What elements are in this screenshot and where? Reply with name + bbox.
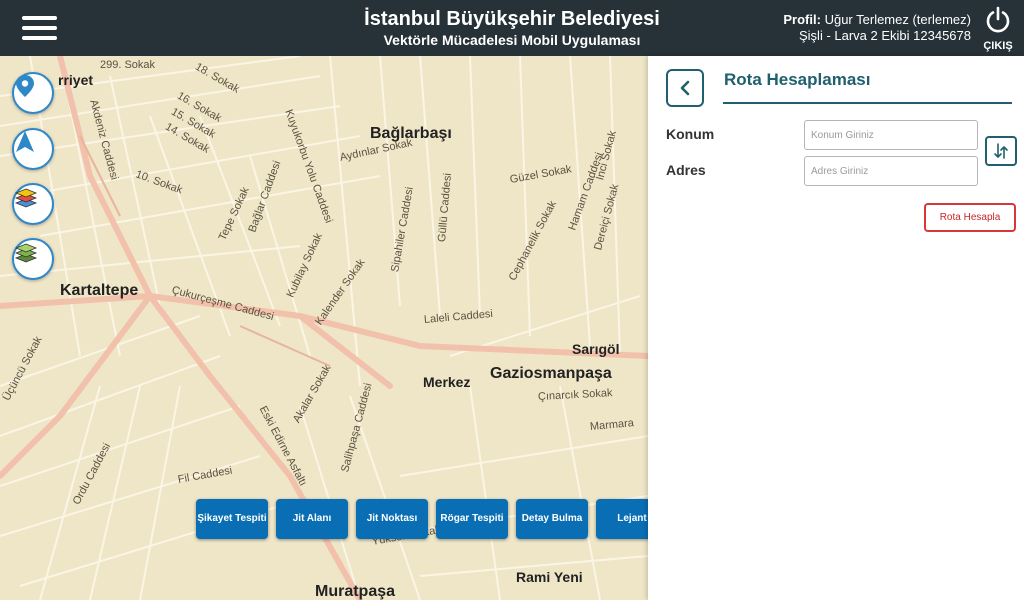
logout-label: ÇIKIŞ bbox=[983, 40, 1013, 52]
street-label: 299. Sokak bbox=[100, 59, 156, 71]
adres-label: Adres bbox=[666, 162, 706, 178]
profile-name: Uğur Terlemez (terlemez) bbox=[824, 12, 971, 27]
location-pin-icon bbox=[16, 75, 34, 97]
top-bar: İstanbul Büyükşehir Belediyesi Vektörle … bbox=[0, 0, 1024, 56]
app-subtitle: Vektörle Mücadelesi Mobil Uygulaması bbox=[383, 32, 641, 48]
title-divider bbox=[723, 102, 1012, 104]
place-label: Kartaltepe bbox=[60, 282, 139, 299]
location-button[interactable] bbox=[12, 72, 54, 114]
konum-input[interactable] bbox=[804, 120, 978, 150]
power-icon bbox=[986, 6, 1010, 33]
konum-label: Konum bbox=[666, 126, 715, 142]
route-panel: Rota Hesaplaması Konum Adres Rota Hesapl… bbox=[648, 56, 1024, 600]
swap-arrows-icon bbox=[994, 143, 1008, 159]
legend-button[interactable]: Lejant bbox=[596, 499, 648, 539]
logout-button[interactable]: ÇIKIŞ bbox=[982, 6, 1014, 52]
jit-point-button[interactable]: Jit Noktası bbox=[356, 499, 428, 539]
complaint-detection-button[interactable]: Şikayet Tespiti bbox=[196, 499, 268, 539]
place-label: rriyet bbox=[58, 72, 94, 88]
team-info: Şişli - Larva 2 Ekibi 12345678 bbox=[799, 28, 971, 43]
jit-area-button[interactable]: Jit Alanı bbox=[276, 499, 348, 539]
layers-button[interactable] bbox=[12, 183, 54, 225]
place-label: Muratpaşa bbox=[315, 583, 396, 600]
chevron-left-icon bbox=[680, 80, 690, 96]
adres-input[interactable] bbox=[804, 156, 978, 186]
manhole-detection-button[interactable]: Rögar Tespiti bbox=[436, 499, 508, 539]
layers-color-icon bbox=[14, 188, 38, 208]
map-view[interactable]: Bağlarbaşı Kartaltepe Merkez Gaziosmanpa… bbox=[0, 56, 648, 600]
hamburger-menu-icon[interactable] bbox=[22, 14, 58, 42]
place-label: Merkez bbox=[423, 374, 471, 390]
navigation-button[interactable] bbox=[12, 128, 54, 170]
place-label: Sarıgöl bbox=[572, 341, 620, 357]
panel-title: Rota Hesaplaması bbox=[724, 70, 871, 89]
navigation-arrow-icon bbox=[16, 131, 34, 152]
place-label: Rami Yeni bbox=[516, 569, 583, 585]
place-label: Gaziosmanpaşa bbox=[490, 365, 612, 382]
base-layers-button[interactable] bbox=[12, 238, 54, 280]
profile-info: Profil: Uğur Terlemez (terlemez) Şişli -… bbox=[783, 12, 971, 44]
app-title: İstanbul Büyükşehir Belediyesi bbox=[364, 8, 660, 30]
back-button[interactable] bbox=[666, 69, 704, 107]
calculate-route-button[interactable]: Rota Hesapla bbox=[924, 203, 1016, 232]
find-detail-button[interactable]: Detay Bulma bbox=[516, 499, 588, 539]
layers-green-icon bbox=[14, 243, 38, 263]
swap-fields-button[interactable] bbox=[985, 136, 1017, 166]
profile-label: Profil: bbox=[783, 12, 821, 27]
